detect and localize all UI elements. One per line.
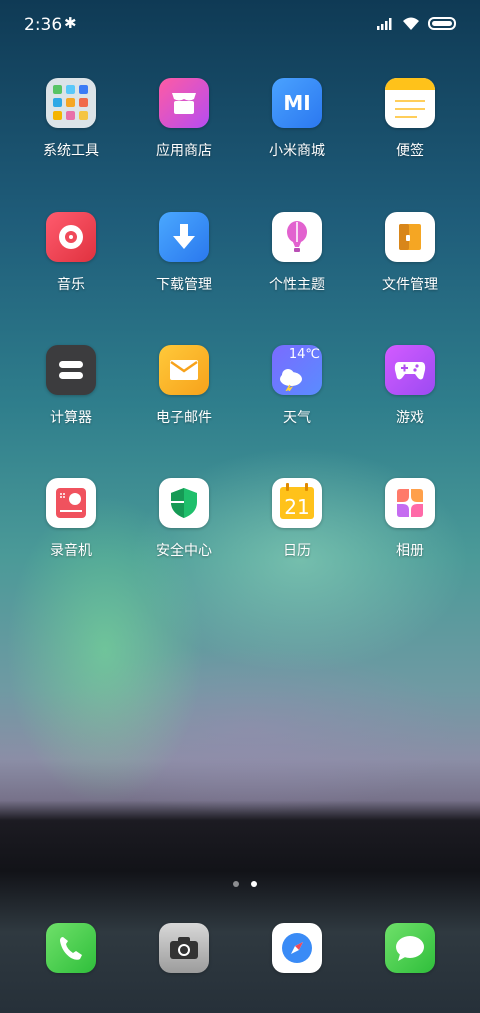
app-label: 便签 <box>396 143 424 159</box>
weather-icon: 14℃ <box>272 345 322 395</box>
battery-icon <box>428 17 456 30</box>
dock <box>0 923 480 973</box>
file-manager-icon <box>385 212 435 262</box>
app-notes[interactable]: 便签 <box>354 78 466 160</box>
phone-icon[interactable] <box>46 923 96 973</box>
app-label: 相册 <box>396 543 424 559</box>
app-label: 游戏 <box>396 410 424 426</box>
app-label: 文件管理 <box>382 277 438 293</box>
app-games[interactable]: 游戏 <box>354 345 466 427</box>
app-calendar[interactable]: 21 日历 <box>241 478 353 560</box>
app-label: 计算器 <box>50 410 92 426</box>
status-time: 2:36 <box>24 15 63 35</box>
wifi-icon <box>403 17 419 30</box>
download-icon <box>159 212 209 262</box>
theme-icon <box>272 212 322 262</box>
app-label: 下载管理 <box>156 277 212 293</box>
app-file-manager[interactable]: 文件管理 <box>354 212 466 294</box>
app-themes[interactable]: 个性主题 <box>241 212 353 294</box>
app-recorder[interactable]: 录音机 <box>15 478 127 560</box>
page-dot[interactable] <box>233 881 239 887</box>
app-label: 电子邮件 <box>156 410 212 426</box>
signal-icon <box>377 18 392 30</box>
game-icon <box>385 345 435 395</box>
notes-icon <box>385 78 435 128</box>
app-label: 天气 <box>283 410 311 426</box>
calendar-day: 21 <box>284 495 310 519</box>
page-indicator <box>227 872 263 891</box>
store-icon <box>159 78 209 128</box>
music-icon <box>46 212 96 262</box>
calculator-icon <box>46 345 96 395</box>
app-label: 日历 <box>283 543 311 559</box>
status-bar: 2:36 ✱ <box>0 0 480 52</box>
browser-icon[interactable] <box>272 923 322 973</box>
app-download-manager[interactable]: 下载管理 <box>128 212 240 294</box>
calendar-icon: 21 <box>272 478 322 528</box>
app-label: 录音机 <box>50 543 92 559</box>
app-label: 系统工具 <box>43 143 99 159</box>
page-dot-active[interactable] <box>251 881 257 887</box>
app-weather[interactable]: 14℃ 天气 <box>241 345 353 427</box>
app-calculator[interactable]: 计算器 <box>15 345 127 427</box>
app-label: 音乐 <box>57 277 85 293</box>
app-label: 个性主题 <box>269 277 325 293</box>
weather-temp: 14℃ <box>288 347 320 362</box>
camera-icon[interactable] <box>159 923 209 973</box>
app-label: 应用商店 <box>156 143 212 159</box>
app-email[interactable]: 电子邮件 <box>128 345 240 427</box>
app-system-tools[interactable]: 系统工具 <box>15 78 127 160</box>
folder-icon <box>46 78 96 128</box>
app-gallery[interactable]: 相册 <box>354 478 466 560</box>
bluetooth-icon: ✱ <box>64 14 77 32</box>
app-music[interactable]: 音乐 <box>15 212 127 294</box>
app-app-store[interactable]: 应用商店 <box>128 78 240 160</box>
app-mi-store[interactable]: MI 小米商城 <box>241 78 353 160</box>
app-security-center[interactable]: 安全中心 <box>128 478 240 560</box>
messages-icon[interactable] <box>385 923 435 973</box>
mi-logo-text: MI <box>283 91 311 115</box>
app-label: 安全中心 <box>156 543 212 559</box>
app-label: 小米商城 <box>269 143 325 159</box>
gallery-icon <box>385 478 435 528</box>
mi-icon: MI <box>272 78 322 128</box>
security-icon <box>159 478 209 528</box>
mail-icon <box>159 345 209 395</box>
recorder-icon <box>46 478 96 528</box>
